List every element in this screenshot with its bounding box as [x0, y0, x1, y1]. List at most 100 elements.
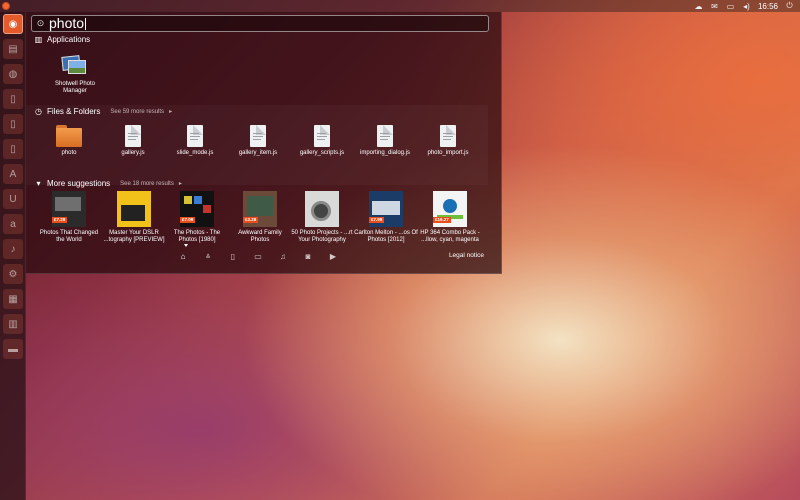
suggestion-tile[interactable]: £7.09 The Photos - The Photos [1980] [166, 191, 228, 244]
tile-label: photo [61, 150, 77, 156]
clock-icon: ◷ [35, 107, 42, 116]
tile-label: gallery.js [121, 150, 145, 156]
photos-lens-icon[interactable]: ◙ [302, 250, 314, 262]
price-badge: £7.09 [180, 217, 196, 223]
tile-label: slide_mode.js [176, 150, 214, 156]
video-lens-icon[interactable]: ▶ [327, 250, 339, 262]
product-thumbnail [305, 191, 339, 227]
document-icon [187, 125, 203, 147]
suggestions-title: More suggestions [47, 179, 111, 188]
applications-title: Applications [47, 35, 91, 44]
file-tile[interactable]: gallery.js [103, 125, 163, 157]
tile-label: Master Your DSLR ...tography [PREVIEW] [103, 230, 165, 243]
tile-label: Shotwell Photo Manager [54, 81, 96, 94]
cloud-icon[interactable]: ☁ [694, 2, 703, 11]
tile-label: gallery_scripts.js [299, 150, 345, 156]
price-badge: £16.27 [433, 217, 451, 223]
product-thumbnail: £3.28 [243, 191, 277, 227]
applications-lens-icon[interactable]: ⩓ [202, 250, 214, 262]
files-more-results[interactable]: See 59 more results [110, 109, 164, 115]
expand-arrow-icon [184, 244, 188, 247]
files-header[interactable]: ◷ Files & Folders See 59 more results ▸ [34, 107, 172, 116]
volume-icon[interactable]: ◂) [742, 2, 751, 11]
file-tile[interactable]: importing_dialog.js [355, 125, 415, 157]
close-window-button[interactable] [2, 2, 10, 10]
launcher: ◉ ▤ ◍ ▯ ▯ ▯ A U a ♪ ⚙ ▦ ▥ ▬ [0, 12, 26, 500]
top-panel: ☁ ✉ ▭ ◂) 16:56 ⏻ [0, 0, 800, 12]
dash: ⊙ photo ▥ Applications Shotwell Photo Ma… [26, 12, 502, 274]
folder-icon [56, 125, 82, 147]
document-icon [377, 125, 393, 147]
document-icon [250, 125, 266, 147]
settings-icon[interactable]: ⚙ [3, 264, 23, 284]
search-bar[interactable]: ⊙ photo [31, 15, 489, 32]
tile-label: importing_dialog.js [359, 150, 411, 156]
ubuntu-one-music-icon[interactable]: ♪ [3, 239, 23, 259]
suggestions-header[interactable]: ▾ More suggestions See 18 more results ▸ [34, 179, 182, 188]
amazon-icon[interactable]: a [3, 214, 23, 234]
trash-icon[interactable]: ▥ [3, 314, 23, 334]
product-thumbnail: £7.09 [180, 191, 214, 227]
applications-category-icon: ▥ [34, 35, 43, 44]
lens-bar: ⌂ ⩓ ▯ ▭ ♫ ◙ ▶ Legal notice [26, 249, 488, 263]
clock[interactable]: 16:56 [758, 2, 778, 11]
suggestion-tile[interactable]: Master Your DSLR ...tography [PREVIEW] [102, 191, 166, 244]
search-icon: ⊙ [36, 18, 45, 28]
suggestion-tile[interactable]: £3.28 Awkward Family Photos [229, 191, 291, 244]
calc-icon[interactable]: ▯ [3, 114, 23, 134]
impress-icon[interactable]: ▯ [3, 139, 23, 159]
tile-label: photo_import.js [427, 150, 469, 156]
mail-icon[interactable]: ✉ [710, 2, 719, 11]
applications-header[interactable]: ▥ Applications [34, 35, 90, 44]
file-tile[interactable]: photo_import.js [418, 125, 478, 157]
file-tile[interactable]: gallery_item.js [228, 125, 288, 157]
writer-icon[interactable]: ▯ [3, 89, 23, 109]
suggestions-more-results[interactable]: See 18 more results [120, 181, 174, 187]
social-lens-icon[interactable]: ▭ [252, 250, 264, 262]
tile-label: Carlton Melton - ...os Of Photos [2012] [354, 230, 418, 243]
suggestion-tile[interactable]: 50 Photo Projects - ...rt Your Photograp… [290, 191, 354, 244]
battery-icon[interactable]: ▭ [726, 2, 735, 11]
document-icon [125, 125, 141, 147]
product-thumbnail [117, 191, 151, 227]
file-tile[interactable]: slide_mode.js [165, 125, 225, 157]
files-title: Files & Folders [47, 107, 101, 116]
price-badge: £3.28 [243, 217, 259, 223]
product-thumbnail: £7.29 [52, 191, 86, 227]
tile-label: Photos That Changed the World [39, 230, 99, 243]
power-icon[interactable]: ⏻ [785, 1, 794, 11]
dash-home-icon[interactable]: ◉ [3, 14, 23, 34]
tile-label: HP 364 Combo Pack - ...llow, cyan, magen… [420, 230, 480, 243]
shotwell-icon [61, 54, 88, 78]
search-input[interactable]: photo [49, 16, 84, 31]
software-center-icon[interactable]: A [3, 164, 23, 184]
price-badge: £7.99 [369, 217, 385, 223]
product-thumbnail: £7.99 [369, 191, 403, 227]
suggestion-tile[interactable]: £7.29 Photos That Changed the World [39, 191, 99, 244]
files-icon[interactable]: ▤ [3, 39, 23, 59]
suggestion-tile[interactable]: £16.27 HP 364 Combo Pack - ...llow, cyan… [418, 191, 482, 244]
chevron-right-icon: ▸ [178, 181, 182, 187]
app-tile-shotwell[interactable]: Shotwell Photo Manager [45, 54, 105, 95]
basket-icon: ▾ [36, 179, 41, 188]
suggestion-tile[interactable]: £7.99 Carlton Melton - ...os Of Photos [… [354, 191, 418, 244]
legal-notice-link[interactable]: Legal notice [449, 252, 484, 259]
files-lens-icon[interactable]: ▯ [227, 250, 239, 262]
drive-icon[interactable]: ▬ [3, 339, 23, 359]
chevron-right-icon: ▸ [169, 109, 173, 115]
home-lens-icon[interactable]: ⌂ [177, 250, 189, 262]
document-icon [440, 125, 456, 147]
product-thumbnail: £16.27 [433, 191, 467, 227]
text-caret [85, 17, 87, 30]
tile-label: 50 Photo Projects - ...rt Your Photograp… [291, 230, 353, 243]
price-badge: £7.29 [52, 217, 68, 223]
tile-label: gallery_item.js [238, 150, 278, 156]
firefox-icon[interactable]: ◍ [3, 64, 23, 84]
workspace-icon[interactable]: ▦ [3, 289, 23, 309]
tile-label: Awkward Family Photos [238, 230, 282, 243]
file-tile-photo[interactable]: photo [39, 125, 99, 157]
ubuntu-one-icon[interactable]: U [3, 189, 23, 209]
tile-label: The Photos - The Photos [1980] [173, 230, 221, 243]
music-lens-icon[interactable]: ♫ [277, 250, 289, 262]
file-tile[interactable]: gallery_scripts.js [292, 125, 352, 157]
